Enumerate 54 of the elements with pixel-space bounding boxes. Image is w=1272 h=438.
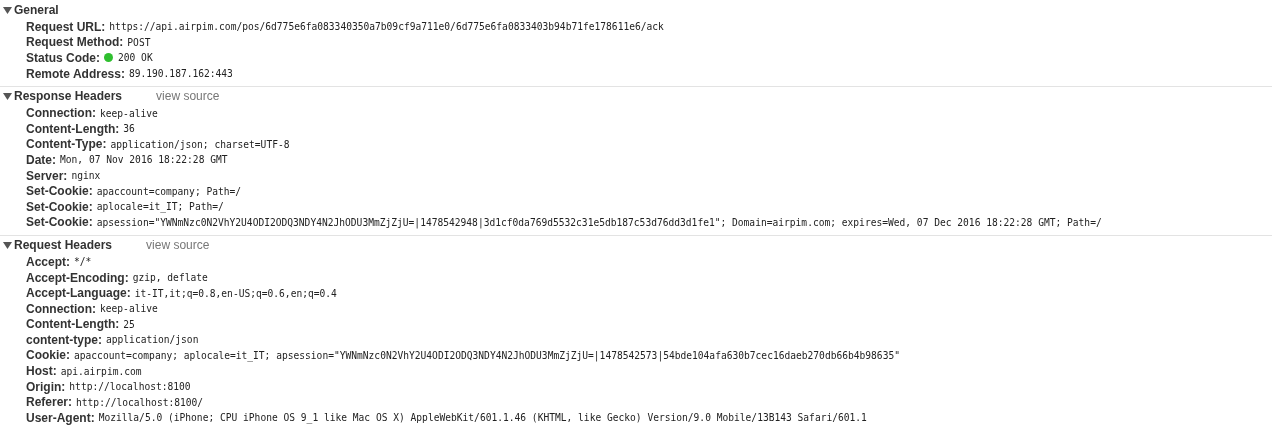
header-value: apaccount=company; Path=/ (96, 185, 242, 197)
header-value: POST (127, 36, 151, 48)
header-name: Connection: (26, 301, 96, 316)
header-name: Request Method: (26, 35, 124, 50)
header-name: Connection: (26, 106, 96, 121)
header-value: 25 (123, 318, 135, 330)
header-value: api.airpim.com (60, 365, 142, 377)
header-name: Host: (26, 364, 57, 379)
header-value: http://localhost:8100 (69, 381, 191, 393)
section-title[interactable]: Request Headers (14, 238, 113, 253)
header-name: Origin: (26, 379, 66, 394)
header-name: content-type: (26, 332, 102, 347)
header-value: application/json (106, 334, 199, 346)
expanded-triangle-icon[interactable] (3, 240, 12, 250)
section-title[interactable]: General (14, 3, 59, 17)
header-name: Status Code: (26, 51, 100, 65)
header-value: gzip, deflate (132, 272, 208, 283)
header-value: application/json; charset=UTF-8 (110, 138, 290, 150)
header-name: Request URL: (26, 19, 106, 34)
header-name: User-Agent: (26, 410, 95, 425)
header-value: 36 (123, 123, 135, 135)
header-name: Accept-Encoding: (26, 270, 129, 285)
header-name: Referer: (26, 395, 73, 410)
header-name: Set-Cookie: (26, 215, 93, 230)
header-name: Content-Type: (26, 137, 107, 152)
header-value: Mozilla/5.0 (iPhone; CPU iPhone OS 9_1 like Mac OS X) AppleWebKit/601.1.46 (KHTML, like Gecko) Version/9.0 Mobile/13B143 Safari/601.1 (98, 412, 867, 424)
section-title[interactable]: Response Headers (14, 89, 123, 104)
header-value: */* (74, 256, 92, 268)
header-name: Cookie: (26, 348, 70, 363)
header-value: it-IT,it;q=0.8,en-US;q=0.6,en;q=0.4 (134, 287, 337, 299)
header-value: 89.190.187.162:443 (128, 68, 233, 80)
header-value: http://localhost:8100/ (76, 396, 204, 408)
header-value: Mon, 07 Nov 2016 18:22:28 GMT (60, 154, 228, 166)
header-value: aplocale=it_IT; Path=/ (96, 201, 224, 213)
header-value: keep-alive (100, 303, 158, 315)
header-name: Accept-Language: (26, 286, 131, 301)
header-name: Server: (26, 168, 68, 183)
header-name: Accept: (26, 254, 70, 269)
header-name: Remote Address: (26, 66, 125, 81)
header-name: Set-Cookie: (26, 199, 93, 214)
header-value: keep-alive (100, 107, 158, 119)
view-source-link[interactable]: view source (146, 238, 210, 253)
expanded-triangle-icon[interactable] (3, 5, 12, 15)
header-name: Date: (26, 152, 56, 167)
expanded-triangle-icon[interactable] (3, 91, 12, 101)
header-name: Set-Cookie: (26, 184, 93, 199)
header-value: apaccount=company; aplocale=it_IT; apsession="YWNmNzc0N2VhY2U4ODI2ODQ3NDY4N2JhODU3MmZjZjU=|1478542573|54bde104afa630b7cec16daeb270db66b4b98635" (74, 350, 900, 361)
header-name: Content-Length: (26, 317, 120, 332)
header-value: 200 OK (118, 52, 153, 64)
header-value: https://api.airpim.com/pos/6d775e6fa083340350a7b09cf9a711e0/6d775e6fa0833403b94b71fe178611e6/ack (109, 21, 664, 33)
view-source-link[interactable]: view source (156, 89, 220, 104)
header-value: nginx (71, 170, 101, 182)
header-value: apsession="YWNmNzc0N2VhY2U4ODI2ODQ3NDY4N2JhODU3MmZjZjU=|1478542948|3d1cf0da769d5532c31e5db187c53d76dd3d1fe1"; Domain=airpim.com; expires=Wed, 07 Dec 2016 18:22:28 GMT; Path=/ (96, 216, 1102, 228)
header-name: Content-Length: (26, 121, 120, 136)
